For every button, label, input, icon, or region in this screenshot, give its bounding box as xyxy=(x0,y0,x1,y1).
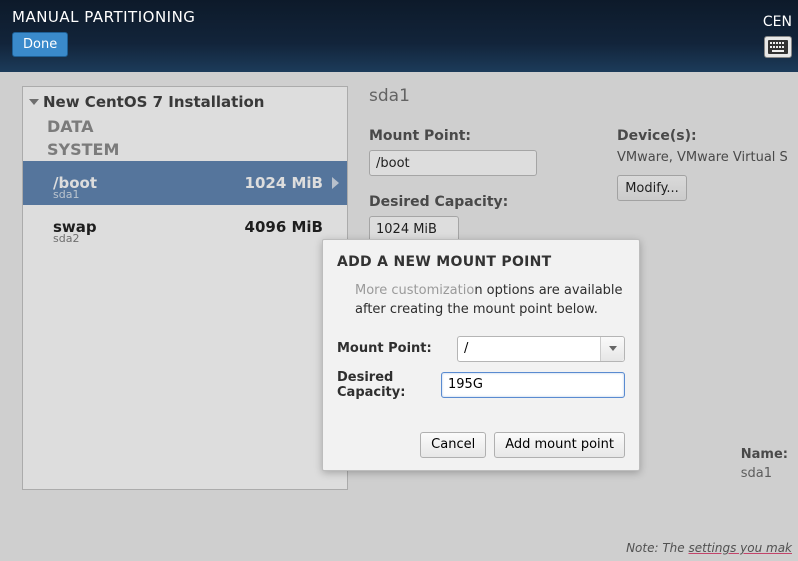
dialog-capacity-input[interactable] xyxy=(441,372,625,398)
partition-size: 4096 MiB xyxy=(245,218,323,236)
dialog-title: ADD A NEW MOUNT POINT xyxy=(337,254,625,270)
chevron-right-icon xyxy=(332,177,339,189)
dropdown-button[interactable] xyxy=(600,337,624,361)
done-button[interactable]: Done xyxy=(12,32,68,57)
cancel-button[interactable]: Cancel xyxy=(420,432,486,458)
install-title: New CentOS 7 Installation xyxy=(43,93,264,111)
dialog-message: More customization options are available… xyxy=(355,282,625,320)
dialog-mount-value: / xyxy=(458,341,600,356)
device-title: sda1 xyxy=(369,86,798,106)
top-right-group: CEN xyxy=(763,14,792,58)
page-title: MANUAL PARTITIONING xyxy=(12,8,786,26)
note-text: Note: The settings you mak xyxy=(626,541,792,555)
triangle-down-icon xyxy=(29,99,39,105)
partition-device: sda1 xyxy=(53,188,79,201)
dialog-mount-select[interactable]: / xyxy=(457,336,625,362)
partition-row-swap[interactable]: swap sda2 4096 MiB xyxy=(23,205,347,249)
modify-button[interactable]: Modify... xyxy=(617,175,687,201)
section-data: DATA xyxy=(23,115,347,138)
add-mount-point-dialog: ADD A NEW MOUNT POINT More customization… xyxy=(322,239,640,471)
chevron-down-icon xyxy=(609,346,617,351)
section-system: SYSTEM xyxy=(23,138,347,161)
name-value: sda1 xyxy=(741,466,788,481)
devices-value: VMware, VMware Virtual S xyxy=(617,150,788,165)
desired-capacity-label: Desired Capacity: xyxy=(369,194,537,210)
left-pane: New CentOS 7 Installation DATA SYSTEM /b… xyxy=(0,72,349,561)
mount-point-input[interactable] xyxy=(369,150,537,176)
add-mount-point-button[interactable]: Add mount point xyxy=(494,432,625,458)
install-header[interactable]: New CentOS 7 Installation xyxy=(23,87,347,115)
keyboard-icon[interactable] xyxy=(764,36,792,58)
partition-device: sda2 xyxy=(53,232,79,245)
partition-row-boot[interactable]: /boot sda1 1024 MiB xyxy=(23,161,347,205)
distro-label: CEN xyxy=(763,14,792,30)
mount-point-label: Mount Point: xyxy=(369,128,537,144)
devices-label: Device(s): xyxy=(617,128,788,144)
name-label: Name: xyxy=(741,447,788,462)
dialog-mount-label: Mount Point: xyxy=(337,341,449,356)
top-bar: MANUAL PARTITIONING Done CEN xyxy=(0,0,798,72)
partition-list: New CentOS 7 Installation DATA SYSTEM /b… xyxy=(22,86,348,490)
partition-size: 1024 MiB xyxy=(245,174,323,192)
name-group: Name: sda1 xyxy=(741,447,788,481)
dialog-capacity-label: Desired Capacity: xyxy=(337,370,433,400)
